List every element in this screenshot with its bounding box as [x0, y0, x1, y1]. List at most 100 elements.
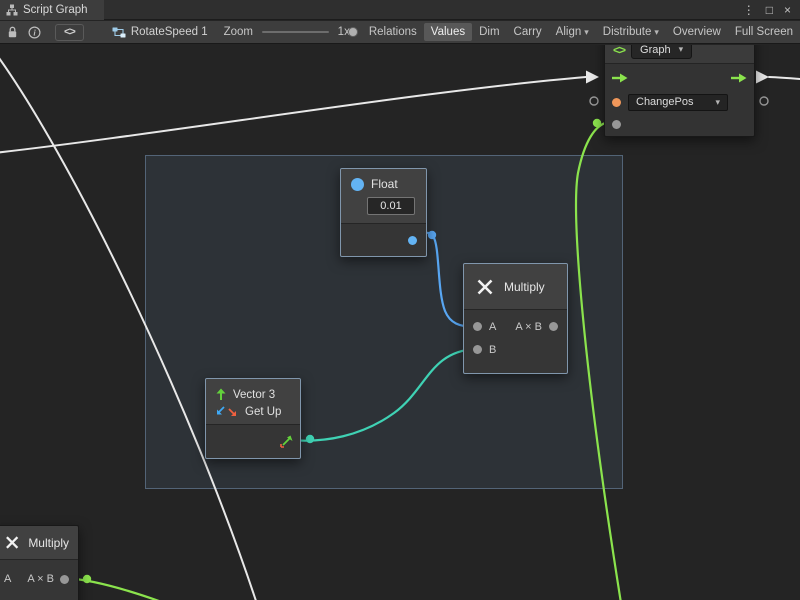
wire-knob-green [83, 575, 91, 583]
wire-knob-teal [306, 435, 314, 443]
code-preview-button[interactable]: <> [55, 24, 84, 41]
button-label: Values [431, 26, 465, 38]
multiply-corner-output-label: A × B [27, 573, 54, 585]
breadcrumb-label: RotateSpeed 1 [131, 26, 208, 38]
port-multiply-input-b[interactable] [473, 345, 482, 354]
toolbar-button-relations[interactable]: Relations [362, 23, 424, 41]
port-unconnected-left[interactable] [590, 97, 598, 105]
wire-flow-diagonal[interactable] [0, 51, 258, 600]
wire-flow-into-graph-node[interactable] [0, 77, 586, 153]
button-label: Carry [514, 26, 542, 38]
titlebar: Script Graph ⋮ □ × [0, 0, 800, 20]
wire-knob-green [593, 119, 601, 127]
vector3-node-title: Vector 3 [233, 389, 275, 401]
changepos-dropdown-label: ChangePos [636, 96, 694, 108]
port-graph-extra[interactable] [612, 120, 621, 129]
wire-knob-blue [428, 231, 436, 239]
zoom-label: Zoom [224, 26, 253, 38]
changepos-dropdown[interactable]: ChangePos ▾ [628, 94, 728, 111]
multiply-node-body: A A × B B [464, 310, 567, 373]
info-icon[interactable]: i [28, 26, 41, 39]
svg-text:i: i [33, 27, 36, 37]
multiply-corner-input-a-label: A [4, 573, 11, 585]
window-controls: ⋮ □ × [743, 4, 800, 16]
visual-scripting-icon: <> [613, 45, 625, 57]
multiply-icon [475, 277, 495, 297]
button-label: Dim [479, 26, 499, 38]
port-multiply-output[interactable] [549, 322, 558, 331]
button-label: Full Screen [735, 26, 793, 38]
node-vector3-get-up[interactable]: Vector 3 Get Up [205, 378, 301, 459]
window-title: Script Graph [23, 4, 88, 16]
chevron-down-icon: ▾ [715, 97, 720, 108]
graph-dropdown[interactable]: Graph ▾ [631, 45, 692, 59]
graph-node-header: <> Graph ▾ [605, 45, 754, 64]
button-label: Overview [673, 26, 721, 38]
node-float[interactable]: Float [340, 168, 427, 257]
graph-node-value-row: ChangePos ▾ [605, 92, 754, 112]
flow-arrow-input[interactable] [586, 71, 599, 84]
flow-arrow-output[interactable] [756, 71, 769, 84]
float-value-input[interactable] [367, 197, 415, 215]
graph-toolbar: i <> RotateSpeed 1 Zoom 1x Relations Val… [0, 21, 800, 44]
node-multiply-corner[interactable]: Multiply A A × B [0, 525, 79, 600]
node-graph-changepos[interactable]: <> Graph ▾ ChangePos [604, 45, 755, 137]
graph-node-extra-row [605, 112, 754, 136]
multiply-corner-header: Multiply [0, 526, 78, 560]
toolbar-button-values[interactable]: Values [424, 23, 472, 41]
graph-breadcrumb[interactable]: RotateSpeed 1 [112, 26, 208, 39]
button-label: Distribute [603, 26, 652, 38]
float-node-title: Float [371, 177, 398, 191]
port-vector3-output[interactable] [280, 435, 293, 448]
port-float-output[interactable] [408, 236, 417, 245]
vector3-node-footer [206, 424, 300, 458]
port-changepos-input[interactable] [612, 98, 621, 107]
multiply-node-title: Multiply [504, 280, 545, 294]
multiply-input-a-label: A [489, 321, 496, 333]
toolbar-button-distribute[interactable]: Distribute ▾ [596, 23, 666, 41]
toolbar-button-fullscreen[interactable]: Full Screen [728, 23, 800, 41]
toolbar-button-dim[interactable]: Dim [472, 23, 506, 41]
zoom-slider-handle[interactable] [348, 27, 358, 37]
close-icon[interactable]: × [784, 4, 791, 16]
flow-out-arrow-icon[interactable] [731, 72, 747, 84]
get-icon [215, 406, 239, 418]
maximize-icon[interactable]: □ [766, 4, 773, 16]
float-node-header: Float [341, 169, 426, 223]
toolbar-button-overview[interactable]: Overview [666, 23, 728, 41]
toolbar-button-carry[interactable]: Carry [507, 23, 549, 41]
node-multiply[interactable]: Multiply A A × B B [463, 263, 568, 374]
toolbar-button-align[interactable]: Align ▾ [549, 23, 596, 41]
graph-node-flow-row [605, 64, 754, 92]
multiply-corner-title: Multiply [28, 536, 69, 550]
script-graph-icon [6, 4, 18, 16]
button-label: Align [556, 26, 582, 38]
multiply-corner-row: A A × B [0, 566, 78, 592]
multiply-node-header: Multiply [464, 264, 567, 310]
graph-asset-icon [112, 26, 126, 39]
port-multiply-corner-output[interactable] [60, 575, 69, 584]
chevron-down-icon: ▾ [679, 45, 684, 55]
wire-into-changepos[interactable] [576, 122, 621, 600]
port-unconnected-right[interactable] [760, 97, 768, 105]
chevron-down-icon: ▾ [584, 27, 589, 38]
float-node-footer [341, 223, 426, 256]
multiply-row-b: B [464, 338, 567, 361]
toolbar-buttons: Relations Values Dim Carry Align ▾ Distr… [362, 23, 800, 41]
wire-flow-out-of-graph-node[interactable] [769, 77, 800, 80]
vector3-node-header: Vector 3 Get Up [206, 379, 300, 424]
multiply-input-b-label: B [489, 344, 496, 356]
vector3-node-subtitle: Get Up [245, 406, 281, 418]
button-label: Relations [369, 26, 417, 38]
graph-canvas[interactable]: <> Graph ▾ ChangePos [0, 45, 800, 600]
wire-vector3-to-multiply-b[interactable] [290, 349, 476, 441]
flow-in-arrow-icon[interactable] [612, 72, 628, 84]
zoom-slider[interactable] [262, 31, 329, 33]
chevron-down-icon: ▾ [654, 27, 659, 38]
multiply-icon [4, 534, 20, 551]
window-tab[interactable]: Script Graph [0, 0, 104, 20]
script-graph-window: Script Graph ⋮ □ × i <> [0, 0, 800, 600]
window-menu-icon[interactable]: ⋮ [743, 4, 755, 16]
lock-icon[interactable] [7, 26, 18, 39]
port-multiply-input-a[interactable] [473, 322, 482, 331]
